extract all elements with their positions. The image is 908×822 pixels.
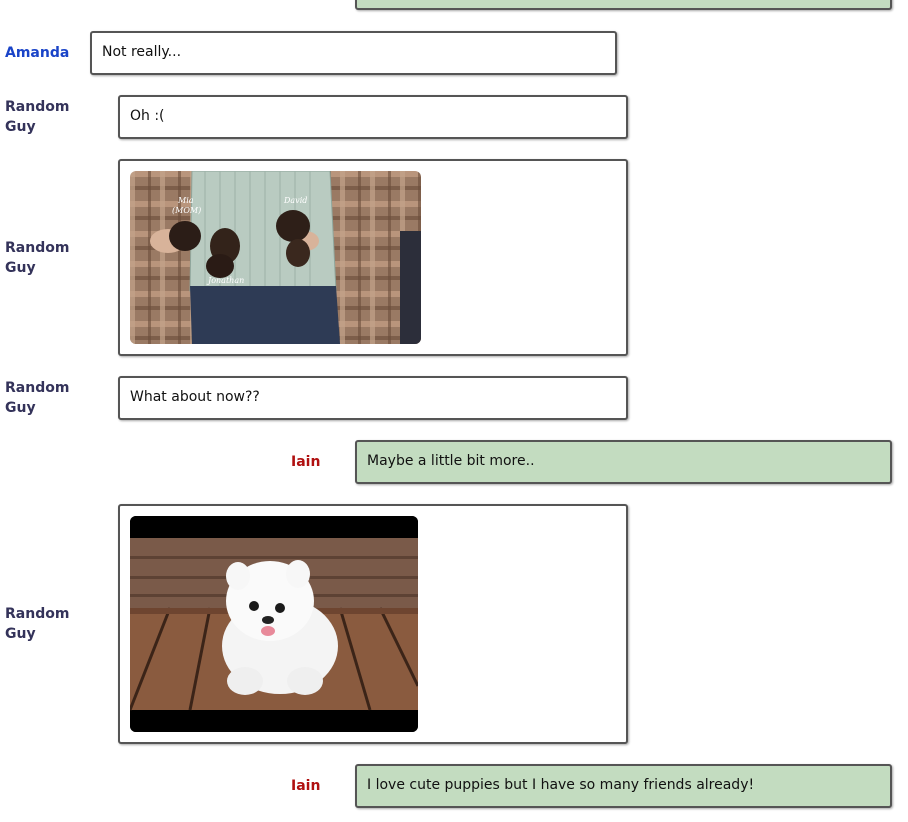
own-message-bubble: Maybe a little bit more.. [355, 440, 892, 484]
own-message-bubble: I love cute puppies but I have so many f… [355, 764, 892, 808]
partial-message-bubble [355, 0, 892, 10]
sender-name: Random Guy [5, 606, 70, 642]
pomeranian-photo-image [130, 516, 418, 732]
message-bubble: What about now?? [118, 376, 628, 420]
sender-name: Random Guy [5, 99, 70, 135]
pomeranian-puppy-photo[interactable] [130, 516, 418, 732]
message-bubble: Not really... [90, 31, 617, 75]
svg-text:David: David [283, 196, 307, 205]
sender-name: Random Guy [5, 240, 70, 276]
chihuahua-family-photo[interactable]: Mia (MOM) David Jonathan [130, 171, 421, 344]
sender-name: Amanda [5, 45, 70, 61]
svg-text:Mia: Mia [177, 196, 194, 205]
sender-name: Random Guy [5, 380, 70, 416]
svg-text:Jonathan: Jonathan [206, 276, 244, 285]
sender-name: Iain [291, 454, 321, 470]
message-bubble: Oh :( [118, 95, 628, 139]
chihuahua-photo-image: Mia (MOM) David Jonathan [130, 171, 421, 344]
svg-text:(MOM): (MOM) [172, 206, 201, 215]
sender-name: Iain [291, 778, 321, 794]
